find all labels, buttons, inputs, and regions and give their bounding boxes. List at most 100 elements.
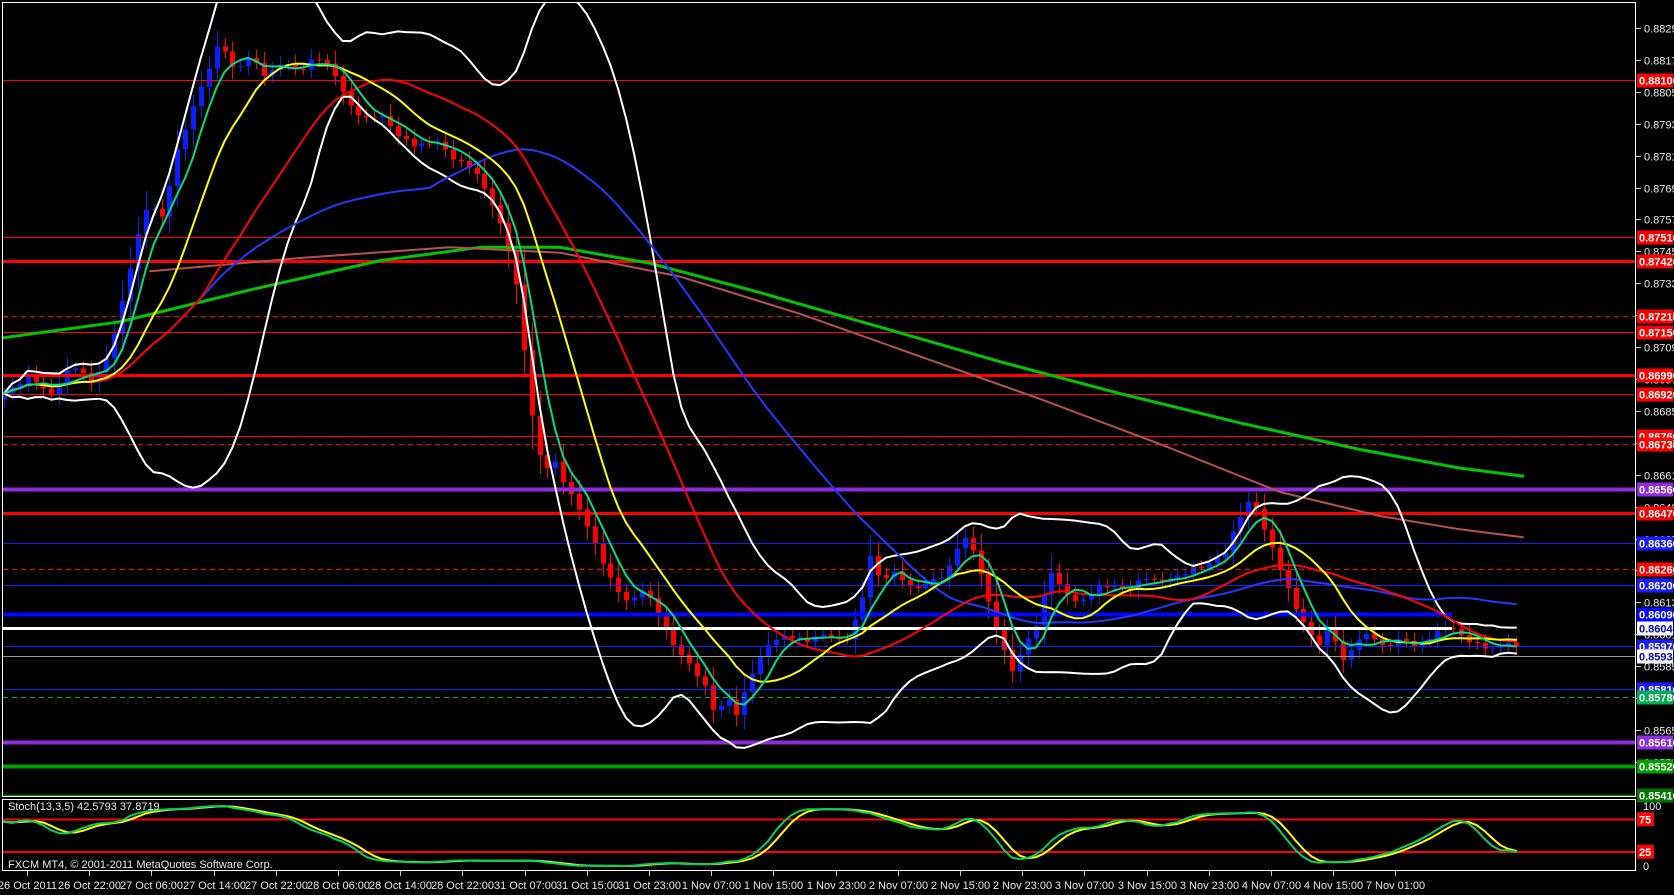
candle-body <box>1081 600 1086 602</box>
axis-label: 0.86730 <box>1639 440 1674 452</box>
axis-label: 0.88100 <box>1639 76 1674 88</box>
candle-body <box>986 574 991 602</box>
candle-body <box>923 584 928 588</box>
time-label: 2 Nov 15:00 <box>931 880 990 892</box>
candle-body <box>664 617 669 629</box>
candle-body <box>553 461 558 468</box>
axis-label: 0.86360 <box>1639 539 1674 551</box>
candle-body <box>616 577 621 592</box>
candle-body <box>1073 595 1078 601</box>
candle-body <box>821 634 826 636</box>
candle-body <box>601 544 606 564</box>
axis-label: 0.87420 <box>1639 257 1674 269</box>
time-label: 28 Oct 22:00 <box>431 880 494 892</box>
time-label: 26 Oct 2011 <box>0 880 57 892</box>
time-label: 3 Nov 23:00 <box>1180 880 1239 892</box>
candle-body <box>427 143 432 144</box>
candle-body <box>175 149 180 186</box>
time-label: 31 Oct 15:00 <box>556 880 619 892</box>
candle-body <box>774 640 779 645</box>
candle-body <box>1364 634 1369 639</box>
candle-body <box>703 677 708 686</box>
candle-body <box>868 556 873 598</box>
candle-body <box>916 586 921 588</box>
candle-body <box>671 628 676 645</box>
candle-body <box>317 59 322 60</box>
candle-body <box>199 87 204 106</box>
axis-label: 0.87695 <box>1644 184 1674 196</box>
time-label: 27 Oct 14:00 <box>183 880 246 892</box>
axis-label: 0.87510 <box>1639 233 1674 245</box>
candle-body <box>207 69 212 87</box>
axis-label: 0.86200 <box>1639 581 1674 593</box>
candle-body <box>1435 631 1440 639</box>
candle-body <box>1097 586 1102 595</box>
axis-label: 0.85610 <box>1639 738 1674 750</box>
stoch-indicator-label: Stoch(13,3,5) 42.5793 37.8719 <box>8 801 160 814</box>
candle-body <box>1207 563 1212 567</box>
candle-body <box>183 130 188 150</box>
candle-body <box>396 126 401 136</box>
candle-body <box>459 160 464 161</box>
candle-body <box>1483 643 1488 649</box>
candle-body <box>404 136 409 139</box>
candle-body <box>1183 574 1188 575</box>
candle-body <box>65 370 70 383</box>
time-label: 4 Nov 07:00 <box>1242 880 1301 892</box>
axis-label: 0.87815 <box>1644 152 1674 164</box>
axis-label: 25 <box>1639 847 1651 859</box>
candle-body <box>608 563 613 577</box>
candle-body <box>1105 586 1110 587</box>
axis-label: 0.86260 <box>1639 565 1674 577</box>
axis-label: 0.85520 <box>1639 762 1674 774</box>
candle-body <box>1325 629 1330 645</box>
candle-body <box>73 369 78 371</box>
candle-body <box>593 527 598 544</box>
time-label: 4 Nov 15:00 <box>1304 880 1363 892</box>
candle-body <box>1490 647 1495 648</box>
time-label: 26 Oct 22:00 <box>58 880 121 892</box>
time-label: 7 Nov 01:00 <box>1366 880 1425 892</box>
candle-body <box>238 66 243 67</box>
axis-label: 0.87150 <box>1639 328 1674 340</box>
candle-body <box>1475 642 1480 643</box>
candle-body <box>223 47 228 52</box>
axis-label: 0.86090 <box>1639 610 1674 622</box>
candle-body <box>939 578 944 579</box>
candle-body <box>955 549 960 566</box>
axis-label: 0.88055 <box>1644 88 1674 100</box>
candle-body <box>719 706 724 710</box>
candle-body <box>215 47 220 69</box>
chart-background <box>0 0 1674 895</box>
time-label: 27 Oct 06:00 <box>120 880 183 892</box>
candle-body <box>727 700 732 707</box>
time-label: 28 Oct 06:00 <box>307 880 370 892</box>
candle-body <box>1057 573 1062 584</box>
candle-body <box>695 663 700 676</box>
candle-body <box>790 636 795 638</box>
axis-label: 0.86990 <box>1639 371 1674 383</box>
mt4-chart-window: 0.882950.881750.880550.879350.878150.876… <box>0 0 1674 895</box>
candle-body <box>632 598 637 601</box>
candle-body <box>884 575 889 578</box>
candle-body <box>1270 530 1275 548</box>
candle-body <box>971 538 976 550</box>
axis-label: 75 <box>1639 814 1651 826</box>
axis-label: 0.86470 <box>1639 509 1674 521</box>
time-label: 28 Oct 14:00 <box>369 880 432 892</box>
candle-body <box>1317 636 1322 646</box>
axis-label: 0.87935 <box>1644 120 1674 132</box>
candle-body <box>1199 567 1204 568</box>
chart-canvas[interactable]: 0.882950.881750.880550.879350.878150.876… <box>0 0 1674 895</box>
axis-label: 0.86560 <box>1639 485 1674 497</box>
axis-label: 0.88175 <box>1644 56 1674 68</box>
time-label: 31 Oct 07:00 <box>494 880 557 892</box>
axis-label: 100 <box>1643 801 1661 813</box>
candle-body <box>325 60 330 64</box>
candle-body <box>81 369 86 373</box>
time-label: 1 Nov 07:00 <box>682 880 741 892</box>
candle-body <box>412 139 417 147</box>
candle-body <box>451 150 456 160</box>
candle-body <box>1144 579 1149 580</box>
candle-body <box>301 69 306 70</box>
